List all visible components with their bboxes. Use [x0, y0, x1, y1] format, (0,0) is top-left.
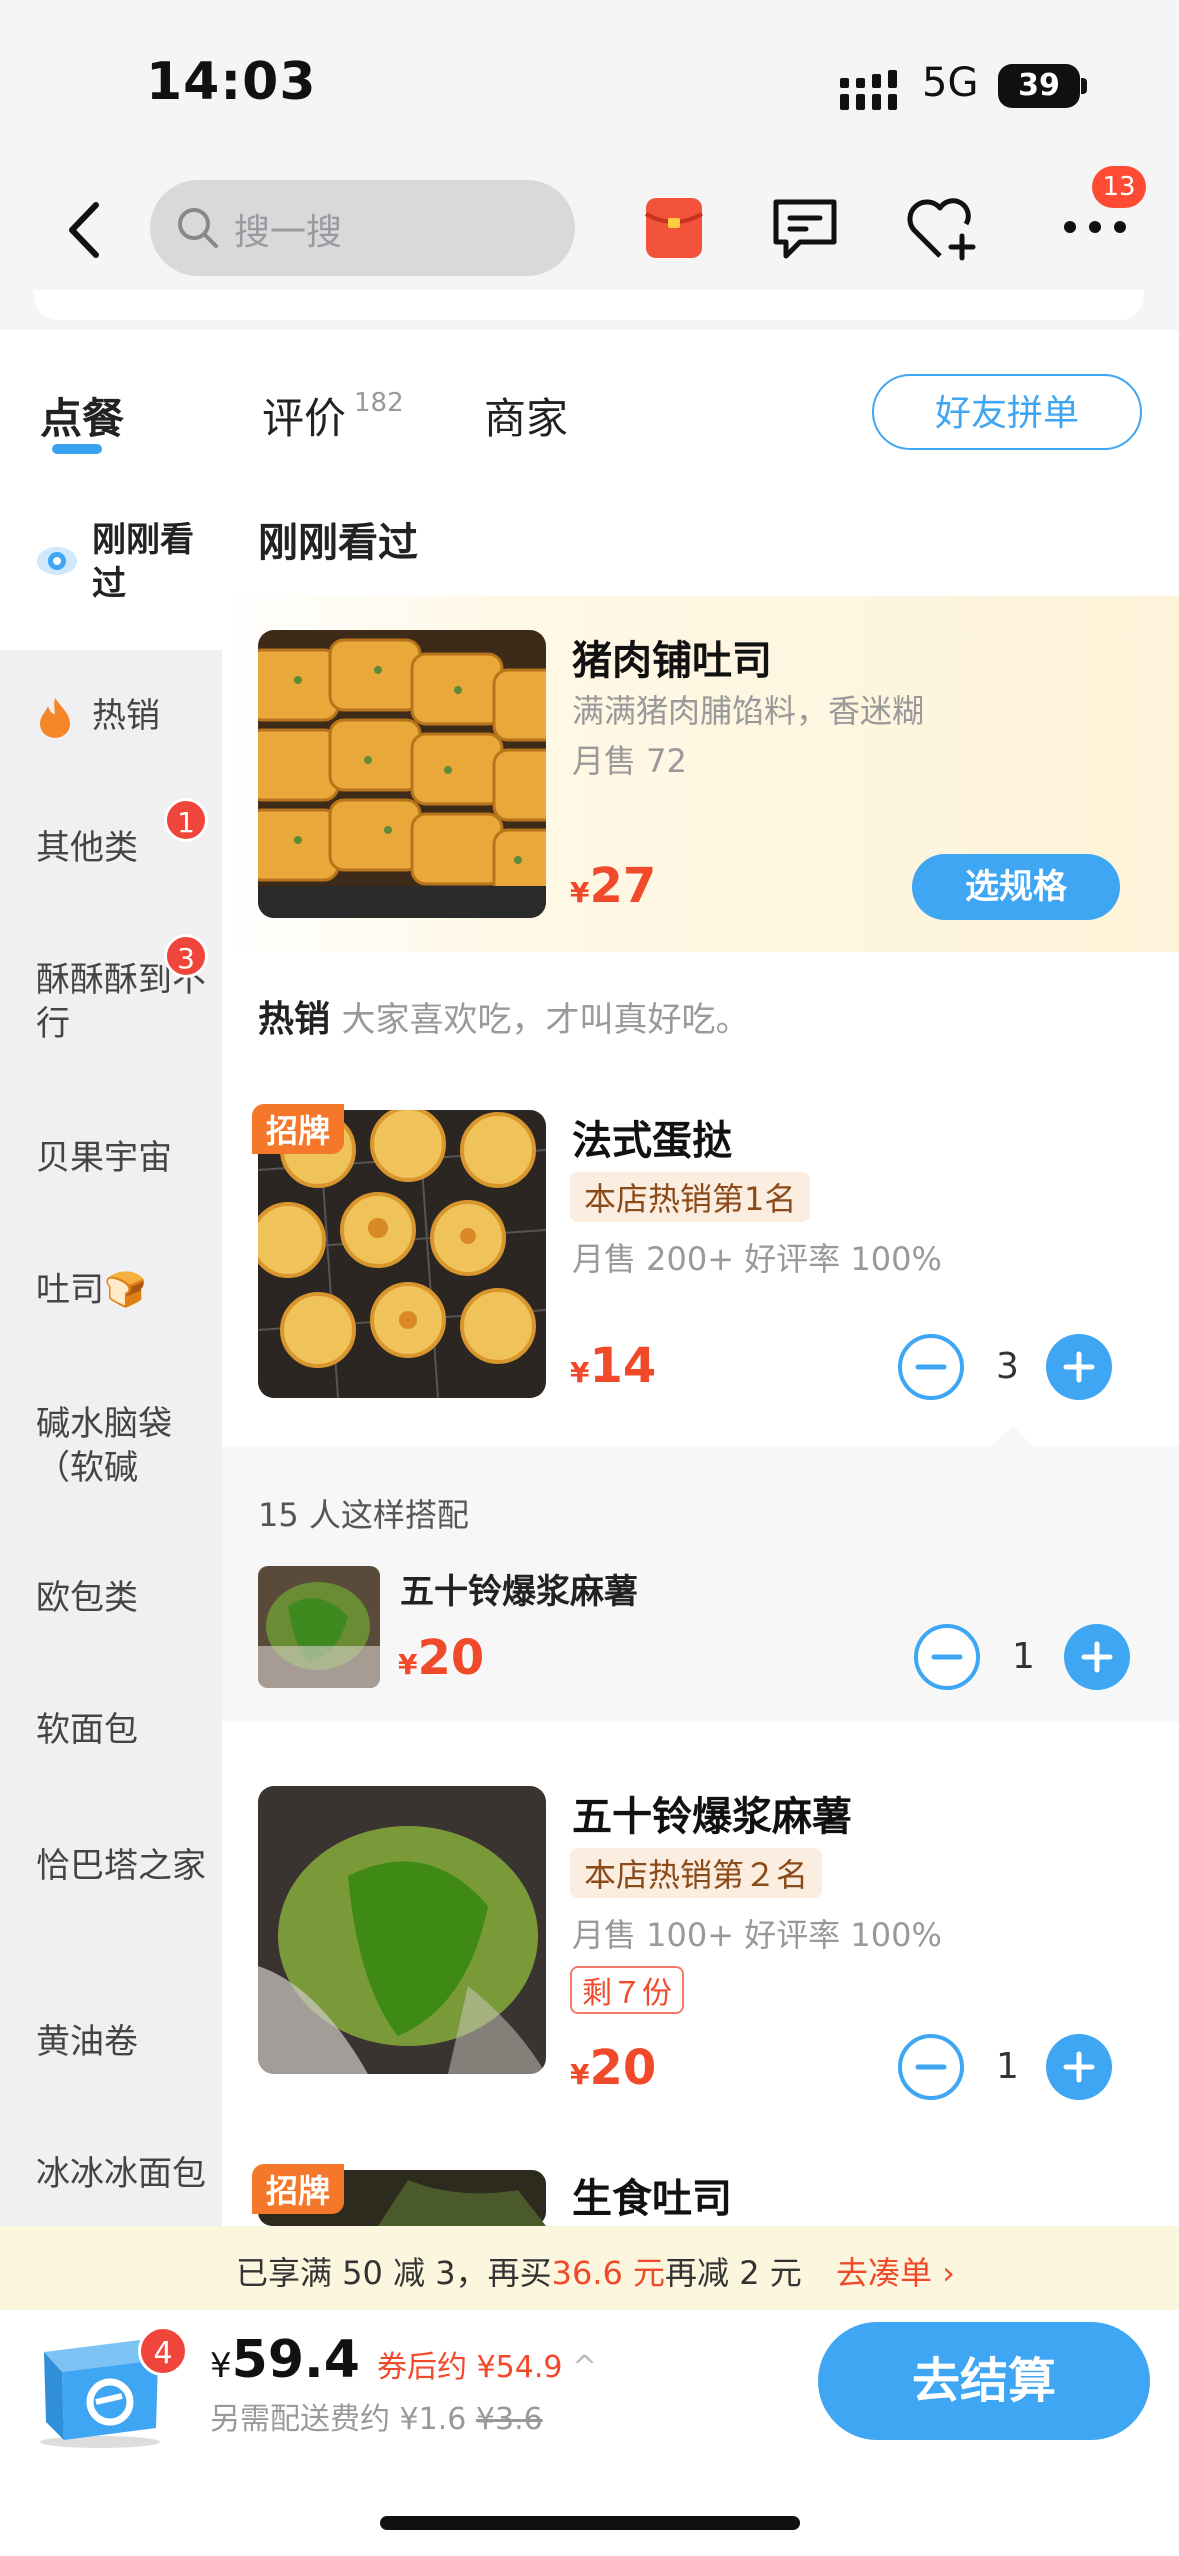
- pairing-item-price: ¥20: [398, 1630, 485, 1686]
- increase-button[interactable]: [1046, 2034, 1112, 2100]
- favorite-add-icon[interactable]: [904, 194, 978, 264]
- plus-icon: [1063, 2051, 1095, 2083]
- quantity: 1: [996, 2046, 1019, 2087]
- pork-floss-toast-image[interactable]: [258, 630, 546, 918]
- product-sales: 月售 200+ 好评率 100%: [572, 1240, 942, 1278]
- sidebar-item-cold-bread[interactable]: 冰冰冰面包: [36, 2152, 206, 2226]
- eye-icon: [37, 547, 77, 575]
- product-desc: 满满猪肉脯馅料，香迷糊: [572, 692, 925, 730]
- search-icon: [178, 208, 218, 248]
- cart-total: ¥59.4 券后约 ¥54.9 ^: [210, 2330, 598, 2390]
- chevron-up-icon[interactable]: ^: [562, 2350, 597, 2385]
- decrease-button[interactable]: [898, 2034, 964, 2100]
- select-spec-button[interactable]: 选规格: [912, 854, 1120, 920]
- signature-ribbon: 招牌: [252, 1104, 345, 1154]
- sidebar-curve: [0, 650, 222, 680]
- promo-amount: 36.6 元: [551, 2254, 666, 2292]
- hot-section-header: 热销 大家喜欢吃，才叫真好吃。: [258, 990, 749, 1042]
- minus-icon: [931, 1654, 963, 1660]
- discount-promo-bar[interactable]: 已享满 50 减 3，再买36.6 元再减 2 元 去凑单 ›: [0, 2226, 1179, 2310]
- product-price: ¥20: [570, 2040, 657, 2096]
- pairing-title: 15 人这样搭配: [258, 1496, 469, 1534]
- increase-button[interactable]: [1064, 1624, 1130, 1690]
- pairing-item-name: 五十铃爆浆麻薯: [400, 1572, 638, 1612]
- sidebar-badge: 3: [164, 934, 208, 978]
- shop-card-edge: [34, 290, 1144, 320]
- status-time: 14:03: [146, 52, 317, 112]
- sidebar-item-soft-bread[interactable]: 软面包: [36, 1708, 206, 1752]
- hot-title: 热销: [258, 999, 331, 1040]
- stock-tag: 剩７份: [570, 1966, 684, 2014]
- product-price: ¥27: [570, 858, 657, 914]
- minus-icon: [915, 2064, 947, 2070]
- product-name: 五十铃爆浆麻薯: [572, 1794, 852, 1840]
- rank-tag: 本店热销第２名: [570, 1848, 823, 1898]
- product-name: 猪肉铺吐司: [572, 638, 772, 684]
- hot-subtitle: 大家喜欢吃，才叫真好吃。: [341, 1000, 750, 1040]
- message-icon[interactable]: [770, 196, 840, 262]
- fire-icon: [40, 698, 70, 738]
- mochi-image[interactable]: [258, 1786, 546, 2074]
- decrease-button[interactable]: [914, 1624, 980, 1690]
- home-indicator: [380, 2516, 800, 2530]
- friend-group-order-button[interactable]: 好友拼单: [872, 374, 1142, 450]
- sidebar-item-butter-roll[interactable]: 黄油卷: [36, 2020, 206, 2064]
- more-icon[interactable]: [1060, 215, 1130, 239]
- back-arrow-icon[interactable]: [60, 195, 110, 265]
- sidebar-badge: 1: [164, 798, 208, 842]
- sidebar-item-toast[interactable]: 吐司🍞: [36, 1268, 206, 1312]
- search-placeholder: 搜一搜: [234, 212, 343, 253]
- decrease-button[interactable]: [898, 1334, 964, 1400]
- sidebar-item-ciabatta[interactable]: 恰巴塔之家: [36, 1844, 206, 1888]
- tab-active-indicator: [52, 444, 102, 454]
- coupon-price: 券后约 ¥54.9: [377, 2350, 563, 2385]
- sidebar-item-recent-label: 刚刚看过: [92, 520, 194, 604]
- minus-icon: [915, 1364, 947, 1370]
- reviews-count: 182: [354, 388, 404, 418]
- delivery-fee: 另需配送费约 ¥1.6 ¥3.6: [210, 2402, 543, 2437]
- signature-ribbon: 招牌: [252, 2164, 345, 2214]
- promo-text-2: 再减 2 元: [665, 2254, 802, 2292]
- quantity: 1: [1012, 1636, 1035, 1677]
- tab-reviews[interactable]: 评价: [262, 385, 346, 446]
- battery-icon: 39: [998, 64, 1080, 108]
- sidebar-item-european[interactable]: 欧包类: [36, 1576, 206, 1620]
- promo-text: 已享满 50 减 3，再买: [236, 2254, 552, 2292]
- plus-icon: [1063, 1351, 1095, 1383]
- chevron-right-icon: ›: [931, 2254, 955, 2292]
- more-badge: 13: [1092, 166, 1146, 208]
- product-name: 法式蛋挞: [572, 1118, 732, 1164]
- cart-count-badge: 4: [138, 2326, 188, 2376]
- increase-button[interactable]: [1046, 1334, 1112, 1400]
- tab-shop[interactable]: 商家: [484, 385, 568, 446]
- network-type: 5G: [922, 60, 979, 106]
- add-items-link[interactable]: 去凑单: [836, 2254, 932, 2292]
- plus-icon: [1081, 1641, 1113, 1673]
- tab-order[interactable]: 点餐: [40, 385, 124, 446]
- product-sales: 月售 100+ 好评率 100%: [572, 1916, 942, 1954]
- checkout-button[interactable]: 去结算: [818, 2322, 1150, 2440]
- cellular-signal-icon: [840, 70, 897, 110]
- mochi-thumb-image[interactable]: [258, 1566, 380, 1688]
- product-sales: 月售 72: [572, 742, 687, 780]
- quantity: 3: [996, 1346, 1019, 1387]
- product-name: 生食吐司: [572, 2176, 732, 2222]
- product-price: ¥14: [570, 1338, 657, 1394]
- sidebar-item-pretzel[interactable]: 碱水脑袋（软碱: [36, 1402, 206, 1490]
- rank-tag: 本店热销第1名: [570, 1172, 811, 1222]
- section-title-recent: 刚刚看过: [258, 520, 418, 566]
- red-packet-icon[interactable]: [644, 196, 704, 260]
- battery-tip: [1081, 78, 1087, 94]
- delivery-original: ¥3.6: [475, 2402, 543, 2437]
- sidebar-item-bagel[interactable]: 贝果宇宙: [36, 1136, 206, 1180]
